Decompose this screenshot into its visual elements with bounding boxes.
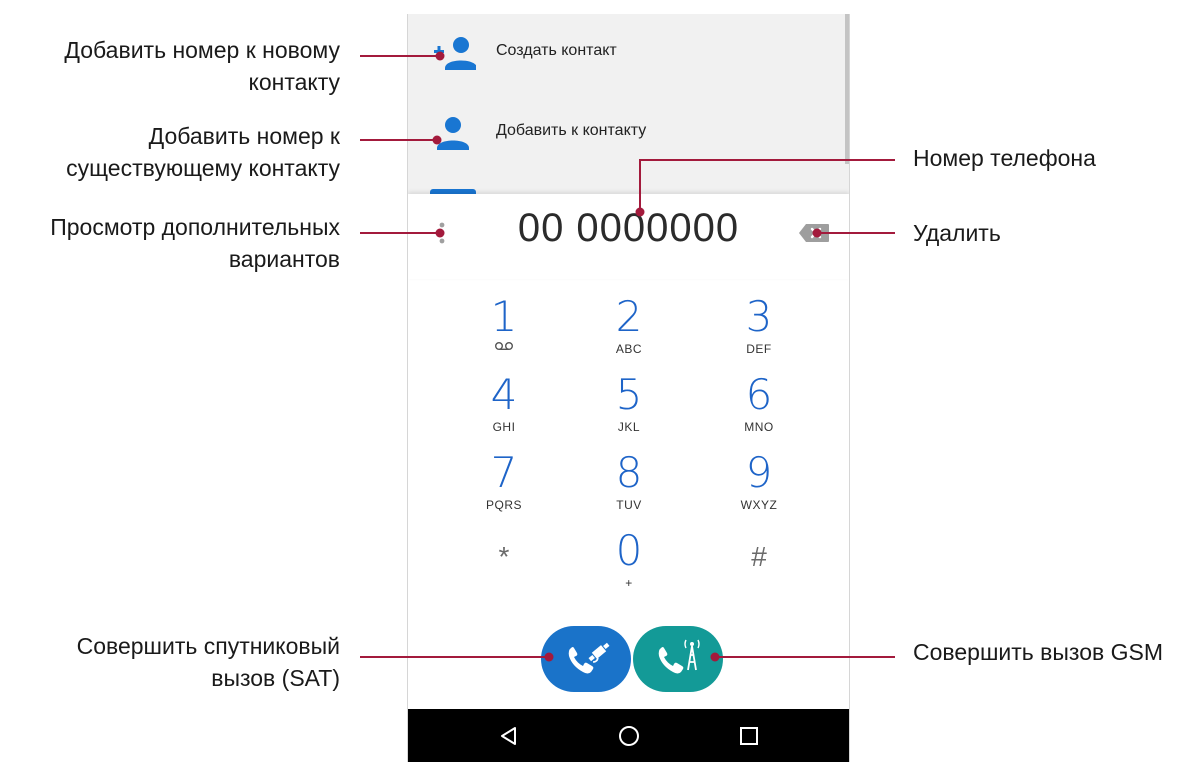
key-digit: 5: [615, 370, 643, 419]
key-6[interactable]: 6 MNO: [704, 374, 814, 450]
add-to-contact-item[interactable]: Добавить к контакту: [408, 94, 844, 174]
key-digit: 8: [615, 448, 643, 497]
key-letters: ABC: [615, 342, 643, 356]
annotation-add-existing-contact: Добавить номер к существующему контакту: [18, 120, 340, 184]
key-digit: 2: [615, 292, 643, 341]
key-digit: 7: [490, 448, 518, 497]
annotation-phone-number: Номер телефона: [913, 145, 1096, 171]
annotation-satellite-call: Совершить спутниковый вызов (SAT): [18, 630, 340, 694]
key-digit: 9: [745, 448, 773, 497]
key-0[interactable]: 0 +: [574, 530, 684, 606]
backspace-icon[interactable]: [798, 223, 830, 243]
key-7[interactable]: 7 PQRS: [449, 452, 559, 528]
key-letters: MNO: [744, 420, 774, 434]
suggestion-label: Создать контакт: [496, 42, 617, 59]
satellite-call-icon: [568, 642, 610, 674]
recents-icon[interactable]: [736, 723, 762, 749]
key-letters: +: [625, 576, 633, 590]
back-icon[interactable]: [496, 723, 522, 749]
digits-area: 00 0000000: [408, 194, 849, 279]
annotation-line: Добавить номер к новому: [64, 37, 340, 63]
contact-suggestions: Создать контакт Добавить к контакту: [408, 14, 849, 195]
key-8[interactable]: 8 TUV: [574, 452, 684, 528]
annotation-line: Совершить спутниковый: [76, 633, 340, 659]
key-digit: #: [751, 541, 767, 572]
phone-number-display[interactable]: 00 0000000: [408, 206, 849, 251]
suggestion-label: Добавить к контакту: [496, 122, 647, 139]
key-star[interactable]: *: [449, 530, 559, 606]
annotation-add-new-contact: Добавить номер к новому контакту: [18, 34, 340, 98]
key-letters: DEF: [746, 342, 772, 356]
key-digit: 3: [745, 292, 773, 341]
annotation-line: вызов (SAT): [211, 665, 340, 691]
annotation-line: существующему контакту: [66, 155, 340, 181]
gsm-tower-call-icon: [658, 639, 700, 674]
key-digit: 0: [615, 526, 643, 575]
satellite-call-button[interactable]: [541, 626, 631, 692]
key-5[interactable]: 5 JKL: [574, 374, 684, 450]
key-4[interactable]: 4 GHI: [449, 374, 559, 450]
navigation-bar: [408, 709, 849, 762]
voicemail-icon: [495, 342, 513, 351]
key-letters: PQRS: [485, 498, 522, 512]
key-1[interactable]: 1: [449, 296, 559, 372]
person-icon: [437, 117, 469, 150]
annotation-line: контакту: [248, 69, 341, 95]
annotation-line: вариантов: [228, 246, 340, 272]
scrollbar[interactable]: [845, 14, 849, 164]
annotation-more-options: Просмотр дополнительных вариантов: [2, 211, 340, 275]
annotation-gsm-call: Совершить вызов GSM: [913, 639, 1163, 665]
gsm-call-button[interactable]: [633, 626, 723, 692]
key-letters: JKL: [617, 420, 641, 434]
key-digit: *: [498, 541, 510, 572]
key-digit: 1: [490, 292, 518, 341]
annotation-delete: Удалить: [913, 220, 1001, 246]
phone-screen: Создать контакт Добавить к контакту 00 0…: [407, 14, 850, 762]
key-digit: 4: [490, 370, 518, 419]
key-3[interactable]: 3 DEF: [704, 296, 814, 372]
create-contact-item[interactable]: Создать контакт: [408, 14, 844, 94]
key-9[interactable]: 9 WXYZ: [704, 452, 814, 528]
key-letters: WXYZ: [740, 498, 778, 512]
key-2[interactable]: 2 ABC: [574, 296, 684, 372]
key-letters: GHI: [492, 420, 516, 434]
annotation-line: Добавить номер к: [148, 123, 340, 149]
home-icon[interactable]: [616, 723, 642, 749]
key-letters: TUV: [616, 498, 642, 512]
add-contact-icon: [434, 37, 476, 70]
key-digit: 6: [745, 370, 773, 419]
key-hash[interactable]: #: [704, 530, 814, 606]
annotation-line: Просмотр дополнительных: [50, 214, 340, 240]
